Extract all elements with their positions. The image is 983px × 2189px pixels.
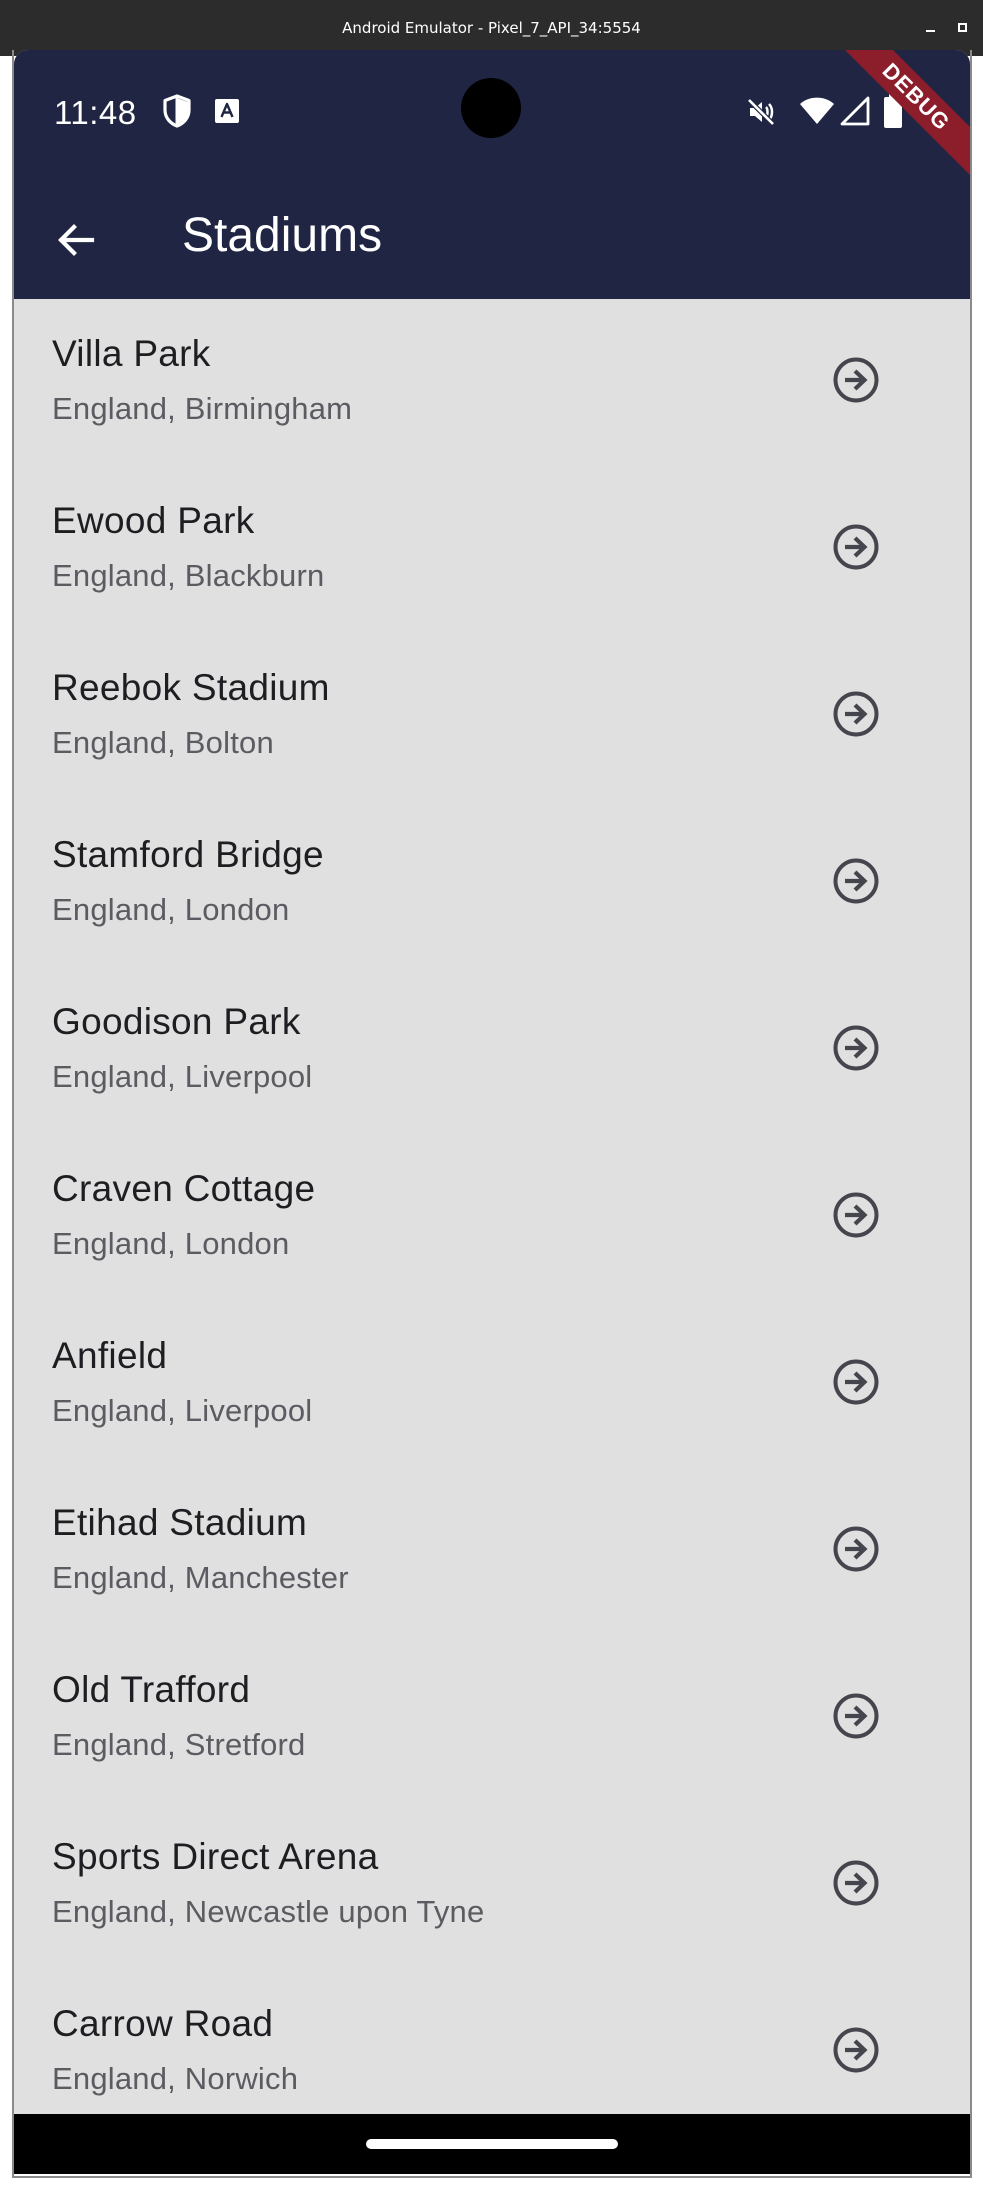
open-stadium-button[interactable] — [831, 1357, 881, 1407]
stadium-name: Old Trafford — [52, 1669, 251, 1710]
minimize-icon — [925, 30, 935, 32]
status-bar: 11:48 — [14, 50, 970, 170]
emulator-window: Android Emulator - Pixel_7_API_34:5554 1… — [0, 0, 983, 2189]
back-button[interactable] — [54, 218, 98, 262]
status-time: 11:48 — [54, 94, 137, 131]
stadium-location: England, London — [52, 892, 290, 927]
navigation-bar — [14, 2114, 970, 2174]
maximize-button[interactable] — [949, 14, 975, 40]
camera-cutout — [461, 78, 521, 138]
stadium-name: Carrow Road — [52, 2003, 274, 2044]
open-stadium-button[interactable] — [831, 1524, 881, 1574]
arrow-circle-right-icon — [833, 1693, 879, 1739]
list-item[interactable]: Reebok Stadium England, Bolton — [14, 633, 970, 800]
window-title: Android Emulator - Pixel_7_API_34:5554 — [342, 19, 641, 37]
stadium-location: England, London — [52, 1226, 290, 1261]
stadium-location: England, Blackburn — [52, 558, 325, 593]
open-stadium-button[interactable] — [831, 1858, 881, 1908]
open-stadium-button[interactable] — [831, 1691, 881, 1741]
arrow-left-icon — [58, 224, 95, 256]
arrow-circle-right-icon — [833, 1860, 879, 1906]
shield-icon — [162, 94, 192, 133]
stadium-location: England, Birmingham — [52, 391, 353, 426]
arrow-circle-right-icon — [833, 1192, 879, 1238]
open-stadium-button[interactable] — [831, 355, 881, 405]
arrow-circle-right-icon — [833, 691, 879, 737]
stadium-name: Sports Direct Arena — [52, 1836, 379, 1877]
toolbar: Stadiums — [14, 190, 970, 286]
arrow-circle-right-icon — [833, 524, 879, 570]
stadium-name: Anfield — [52, 1335, 168, 1376]
list-item[interactable]: Stamford Bridge England, London — [14, 800, 970, 967]
arrow-circle-right-icon — [833, 1359, 879, 1405]
stadium-name: Ewood Park — [52, 500, 255, 541]
app-header: 11:48 Stadiums DEBUG — [14, 50, 970, 299]
window-titlebar: Android Emulator - Pixel_7_API_34:5554 — [0, 0, 983, 56]
open-stadium-button[interactable] — [831, 1190, 881, 1240]
list-item[interactable]: Villa Park England, Birmingham — [14, 299, 970, 466]
stadium-name: Craven Cottage — [52, 1168, 316, 1209]
list-item[interactable]: Anfield England, Liverpool — [14, 1301, 970, 1468]
open-stadium-button[interactable] — [831, 522, 881, 572]
list-item[interactable]: Etihad Stadium England, Manchester — [14, 1468, 970, 1635]
maximize-icon — [957, 22, 967, 32]
list-item[interactable]: Old Trafford England, Stretford — [14, 1635, 970, 1802]
stadium-location: England, Newcastle upon Tyne — [52, 1894, 485, 1929]
stadium-location: England, Bolton — [52, 725, 274, 760]
arrow-circle-right-icon — [833, 1526, 879, 1572]
page-title: Stadiums — [182, 209, 383, 262]
arrow-circle-right-icon — [833, 2027, 879, 2073]
device-screen: 11:48 Stadiums DEBUG Villa Park England,… — [14, 50, 970, 2174]
stadium-name: Goodison Park — [52, 1001, 301, 1042]
stadium-location: England, Stretford — [52, 1727, 306, 1762]
open-stadium-button[interactable] — [831, 1023, 881, 1073]
stadium-location: England, Liverpool — [52, 1059, 313, 1094]
arrow-circle-right-icon — [833, 858, 879, 904]
arrow-circle-right-icon — [833, 357, 879, 403]
list-item[interactable]: Carrow Road England, Norwich — [14, 1969, 970, 2136]
stadium-name: Etihad Stadium — [52, 1502, 308, 1543]
text-accessibility-icon — [214, 98, 240, 129]
list-item[interactable]: Sports Direct Arena England, Newcastle up… — [14, 1802, 970, 1969]
stadium-location: England, Liverpool — [52, 1393, 313, 1428]
open-stadium-button[interactable] — [831, 856, 881, 906]
cell-signal-icon — [840, 96, 870, 131]
list-item[interactable]: Craven Cottage England, London — [14, 1134, 970, 1301]
open-stadium-button[interactable] — [831, 689, 881, 739]
stadium-location: England, Norwich — [52, 2061, 299, 2096]
volume-mute-icon — [745, 96, 777, 133]
stadium-location: England, Manchester — [52, 1560, 349, 1595]
stadium-name: Stamford Bridge — [52, 834, 324, 875]
home-gesture-handle[interactable] — [366, 2139, 618, 2149]
minimize-button[interactable] — [917, 14, 943, 40]
arrow-circle-right-icon — [833, 1025, 879, 1071]
stadium-name: Reebok Stadium — [52, 667, 330, 708]
open-stadium-button[interactable] — [831, 2025, 881, 2075]
stadium-list: Villa Park England, Birmingham Ewood Park E… — [14, 299, 970, 2136]
list-item[interactable]: Ewood Park England, Blackburn — [14, 466, 970, 633]
list-item[interactable]: Goodison Park England, Liverpool — [14, 967, 970, 1134]
wifi-icon — [799, 96, 835, 131]
stadium-name: Villa Park — [52, 333, 211, 374]
